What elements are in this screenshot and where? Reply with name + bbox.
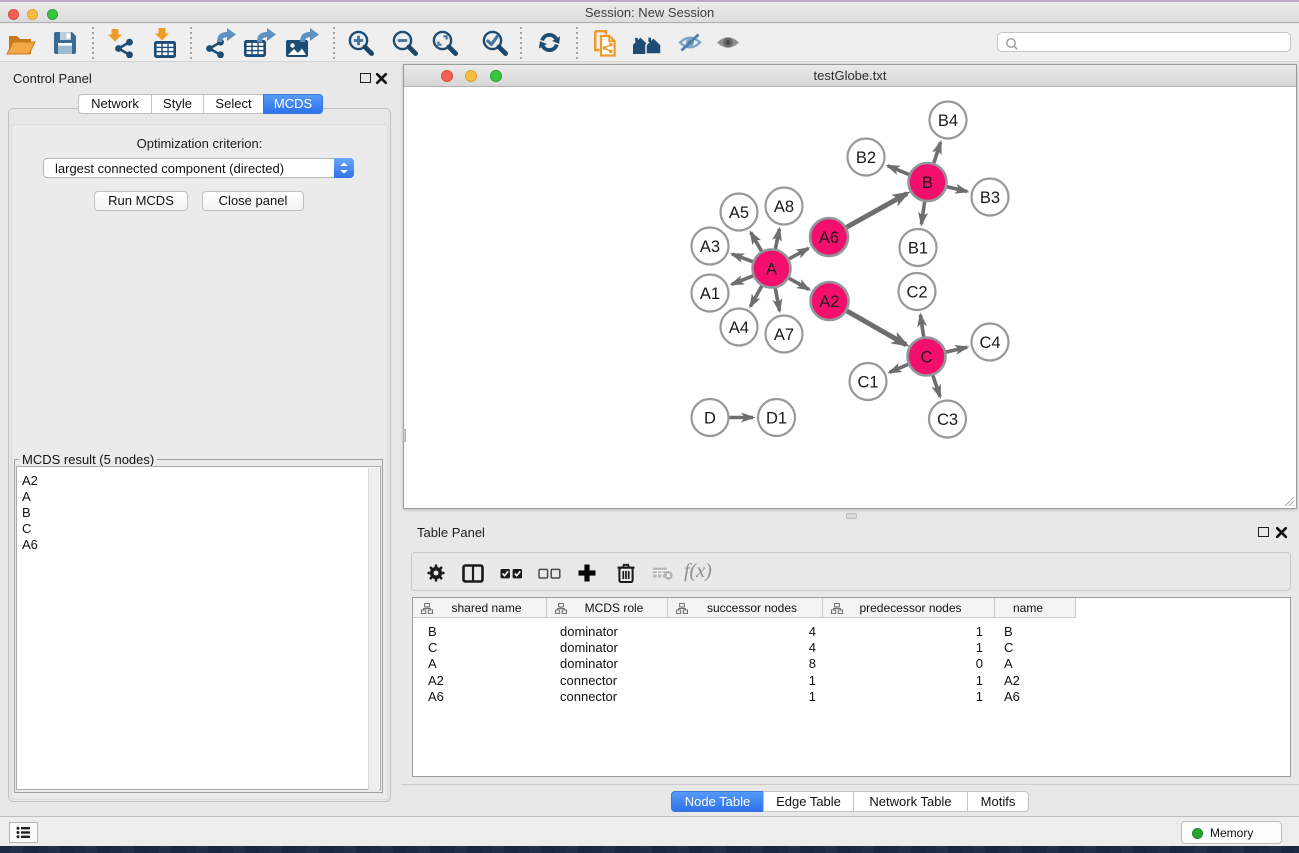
svg-text:D: D	[704, 409, 716, 427]
svg-text:A6: A6	[819, 229, 839, 247]
svg-text:A7: A7	[774, 326, 794, 344]
svg-text:B1: B1	[908, 239, 928, 257]
svg-text:D1: D1	[766, 409, 787, 427]
svg-text:A3: A3	[700, 238, 720, 256]
svg-text:C3: C3	[937, 411, 958, 429]
svg-text:C2: C2	[906, 283, 927, 301]
svg-text:B4: B4	[938, 112, 958, 130]
svg-text:A5: A5	[729, 204, 749, 222]
svg-text:A8: A8	[774, 198, 794, 216]
svg-text:C4: C4	[979, 334, 1000, 352]
svg-text:B: B	[922, 174, 933, 192]
svg-text:B3: B3	[980, 189, 1000, 207]
svg-text:C1: C1	[857, 373, 878, 391]
svg-text:B2: B2	[856, 149, 876, 167]
svg-text:A: A	[766, 260, 777, 278]
svg-text:C: C	[921, 348, 933, 366]
svg-text:A2: A2	[819, 293, 839, 311]
svg-text:A1: A1	[700, 285, 720, 303]
svg-text:A4: A4	[729, 319, 749, 337]
